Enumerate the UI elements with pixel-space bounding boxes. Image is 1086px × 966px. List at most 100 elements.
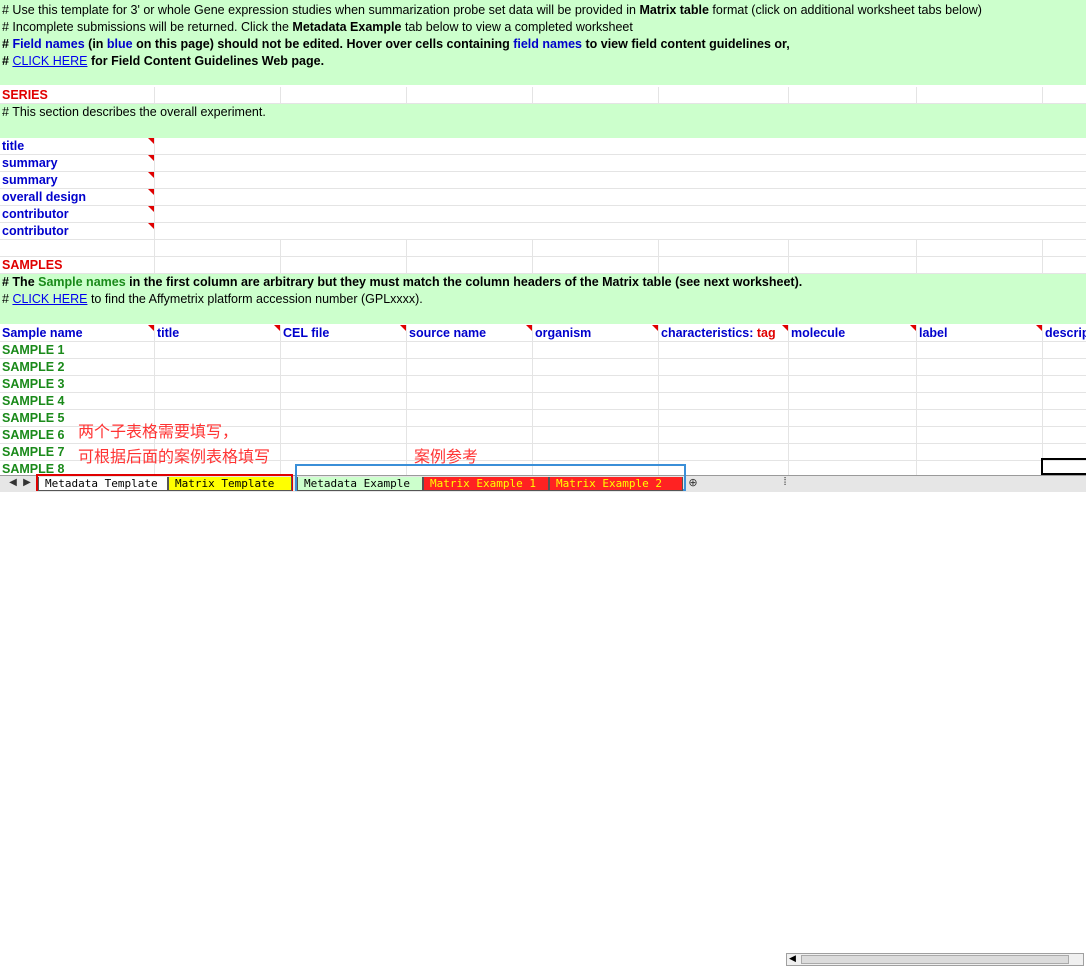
tab-matrix-template[interactable]: Matrix Template: [168, 477, 292, 491]
grid-cell[interactable]: [155, 393, 281, 410]
sample-name[interactable]: SAMPLE 5: [2, 410, 65, 427]
grid-cell[interactable]: [659, 444, 789, 461]
grid-cell[interactable]: [0, 240, 155, 257]
series-field-value-cell[interactable]: [155, 172, 1086, 189]
grid-cell[interactable]: [659, 393, 789, 410]
grid-cell[interactable]: [533, 444, 659, 461]
tab-matrix-example-1[interactable]: Matrix Example 1: [423, 477, 549, 491]
grid-cell[interactable]: [281, 444, 407, 461]
grid-cell[interactable]: [281, 240, 407, 257]
column-header-cell[interactable]: title: [155, 325, 281, 342]
column-header-cell[interactable]: organism: [533, 325, 659, 342]
sample-name[interactable]: SAMPLE 2: [2, 359, 65, 376]
tab-matrix-example-2[interactable]: Matrix Example 2: [549, 477, 683, 491]
comment-indicator-icon[interactable]: [148, 223, 154, 229]
grid-cell[interactable]: [917, 410, 1043, 427]
grid-cell[interactable]: [281, 410, 407, 427]
grid-cell[interactable]: [917, 342, 1043, 359]
column-header-cell[interactable]: descrip: [1043, 325, 1086, 342]
grid-cell[interactable]: [407, 342, 533, 359]
grid-cell[interactable]: [1043, 376, 1086, 393]
column-header-cell[interactable]: CEL file: [281, 325, 407, 342]
tab-metadata-template[interactable]: Metadata Template: [38, 477, 168, 491]
grid-cell[interactable]: [1043, 427, 1086, 444]
series-field-value-cell[interactable]: [155, 189, 1086, 206]
grid-cell[interactable]: [917, 240, 1043, 257]
series-field-name-cell[interactable]: summary: [0, 155, 155, 172]
comment-indicator-icon[interactable]: [274, 325, 280, 331]
grid-cell[interactable]: [659, 376, 789, 393]
insert-sheet-icon[interactable]: ⊕: [686, 476, 700, 489]
series-field-name-cell[interactable]: summary: [0, 172, 155, 189]
grid-cell[interactable]: [533, 359, 659, 376]
scroll-left-icon[interactable]: ◀: [789, 953, 796, 964]
grid-cell[interactable]: [281, 393, 407, 410]
grid-cell[interactable]: [533, 342, 659, 359]
grid-cell[interactable]: [789, 376, 917, 393]
grid-cell[interactable]: [155, 359, 281, 376]
series-field-value-cell[interactable]: [155, 223, 1086, 240]
comment-indicator-icon[interactable]: [148, 155, 154, 161]
series-field-value-cell[interactable]: [155, 155, 1086, 172]
comment-indicator-icon[interactable]: [782, 325, 788, 331]
comment-indicator-icon[interactable]: [148, 325, 154, 331]
grid-cell[interactable]: [281, 376, 407, 393]
grid-cell[interactable]: [533, 376, 659, 393]
column-header-cell[interactable]: source name: [407, 325, 533, 342]
grid-cell[interactable]: [533, 410, 659, 427]
grid-cell[interactable]: [1043, 342, 1086, 359]
grid-cell[interactable]: [533, 240, 659, 257]
grid-cell[interactable]: [917, 444, 1043, 461]
series-field-name-cell[interactable]: overall design: [0, 189, 155, 206]
scroll-tabs-right-icon[interactable]: ▶: [22, 477, 32, 488]
grid-cell[interactable]: [155, 240, 281, 257]
grid-cell[interactable]: [789, 427, 917, 444]
horizontal-scrollbar[interactable]: ◀: [786, 953, 1084, 966]
sample-name[interactable]: SAMPLE 6: [2, 427, 65, 444]
grid-cell[interactable]: [659, 240, 789, 257]
grid-cell[interactable]: [1043, 359, 1086, 376]
grid-cell[interactable]: [155, 376, 281, 393]
comment-indicator-icon[interactable]: [148, 189, 154, 195]
grid-cell[interactable]: [1043, 240, 1086, 257]
grid-cell[interactable]: [789, 342, 917, 359]
sample-name[interactable]: SAMPLE 7: [2, 444, 65, 461]
grid-cell[interactable]: [789, 444, 917, 461]
grid-cell[interactable]: [659, 427, 789, 444]
column-header-cell[interactable]: characteristics: tag: [659, 325, 789, 342]
grid-cell[interactable]: [407, 410, 533, 427]
series-field-name-cell[interactable]: contributor: [0, 223, 155, 240]
series-field-name-cell[interactable]: title: [0, 138, 155, 155]
column-header-cell[interactable]: Sample name: [0, 325, 155, 342]
series-field-name-cell[interactable]: contributor: [0, 206, 155, 223]
spreadsheet-grid[interactable]: # Use this template for 3' or whole Gene…: [0, 0, 1086, 475]
column-header-cell[interactable]: molecule: [789, 325, 917, 342]
grid-cell[interactable]: [155, 342, 281, 359]
comment-indicator-icon[interactable]: [1036, 325, 1042, 331]
field-guidelines-link[interactable]: CLICK HERE: [12, 54, 87, 68]
comment-indicator-icon[interactable]: [652, 325, 658, 331]
grid-cell[interactable]: [1043, 410, 1086, 427]
grid-cell[interactable]: [659, 342, 789, 359]
series-field-value-cell[interactable]: [155, 206, 1086, 223]
sample-name[interactable]: SAMPLE 1: [2, 342, 65, 359]
grid-cell[interactable]: [659, 359, 789, 376]
tab-metadata-example[interactable]: Metadata Example: [297, 477, 423, 491]
grid-cell[interactable]: [789, 359, 917, 376]
grid-cell[interactable]: [533, 393, 659, 410]
sample-name[interactable]: SAMPLE 3: [2, 376, 65, 393]
grid-cell[interactable]: [789, 240, 917, 257]
grid-cell[interactable]: [789, 393, 917, 410]
sample-name[interactable]: SAMPLE 4: [2, 393, 65, 410]
series-field-value-cell[interactable]: [155, 138, 1086, 155]
grid-cell[interactable]: [917, 461, 1043, 475]
comment-indicator-icon[interactable]: [148, 138, 154, 144]
grid-cell[interactable]: [917, 376, 1043, 393]
grid-cell[interactable]: [281, 359, 407, 376]
affymetrix-platform-link[interactable]: CLICK HERE: [12, 292, 87, 306]
grid-cell[interactable]: [917, 427, 1043, 444]
grid-cell[interactable]: [533, 427, 659, 444]
comment-indicator-icon[interactable]: [526, 325, 532, 331]
grid-cell[interactable]: [789, 410, 917, 427]
sample-name[interactable]: SAMPLE 8: [2, 461, 65, 475]
